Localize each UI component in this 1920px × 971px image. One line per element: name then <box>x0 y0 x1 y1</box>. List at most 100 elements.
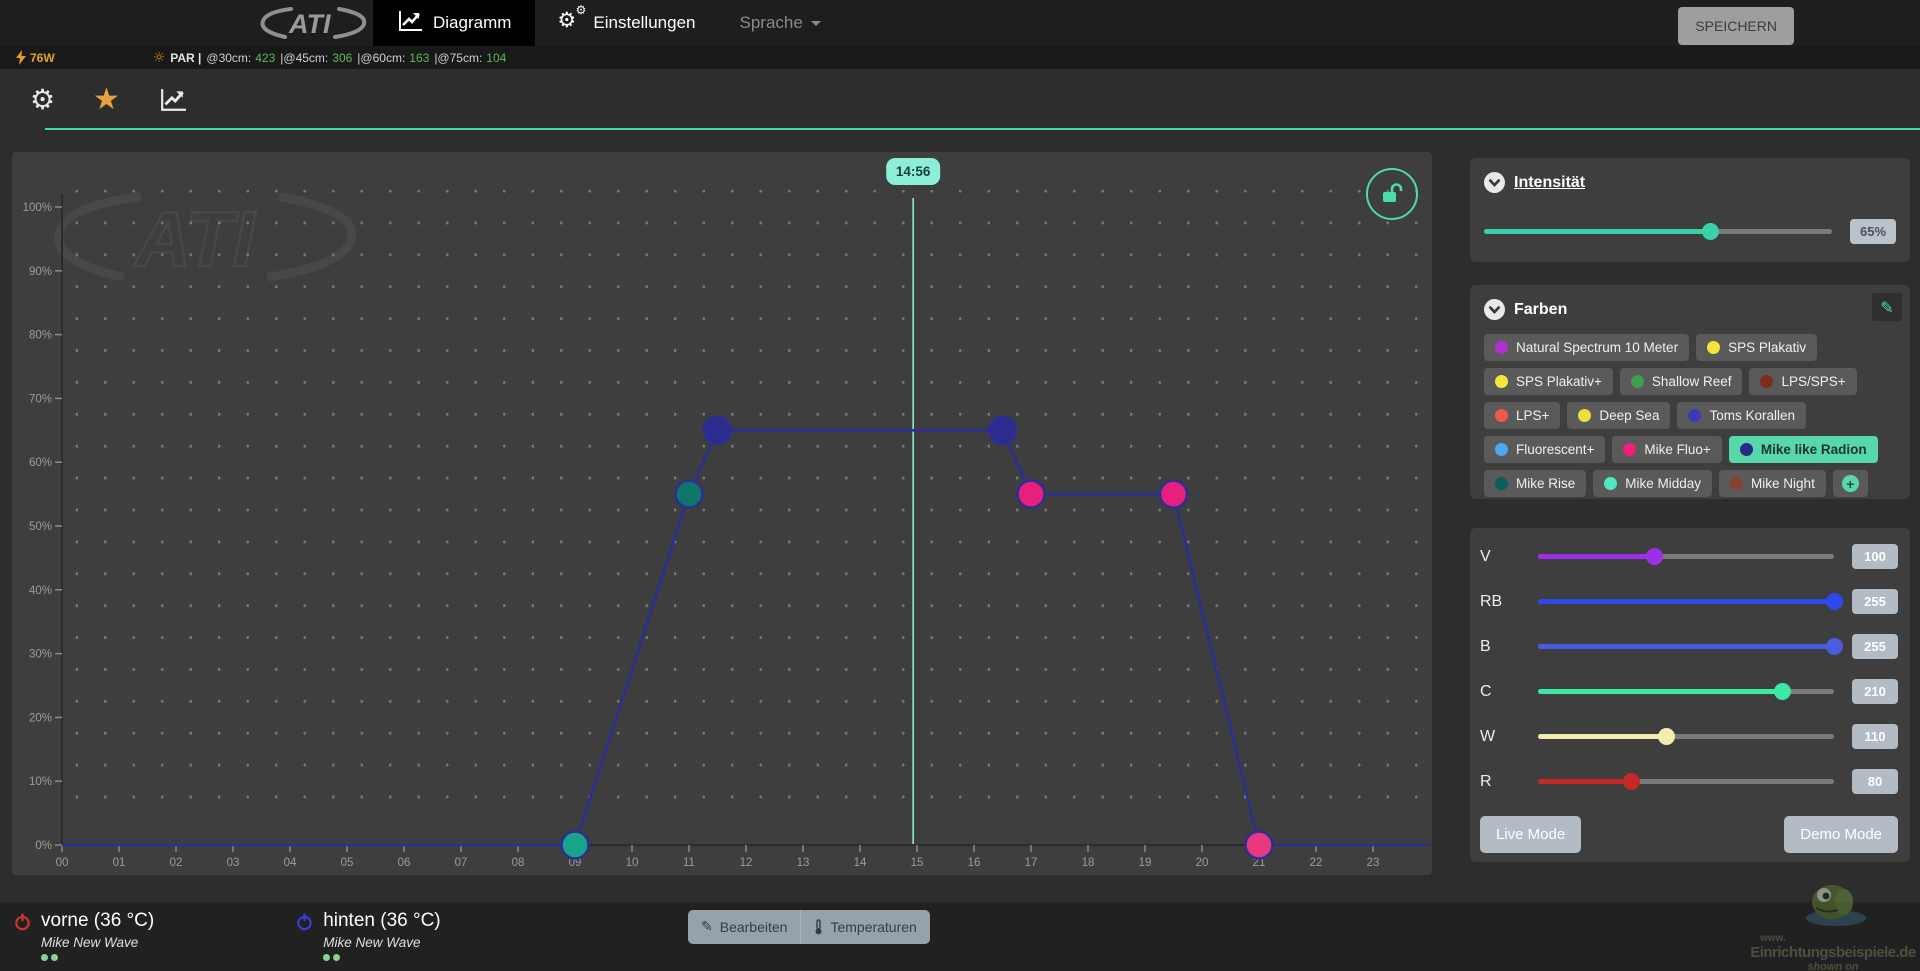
pencil-icon: ✎ <box>1880 298 1893 317</box>
preset-label: SPS Plakativ <box>1728 340 1806 355</box>
live-mode-button[interactable]: Live Mode <box>1480 816 1581 853</box>
lamp-footer: vorne (36 °C) Mike New Wave hinten (36 °… <box>0 902 1920 971</box>
color-preset-button[interactable]: Mike Fluo+ <box>1612 436 1721 463</box>
svg-text:90%: 90% <box>29 266 52 278</box>
channel-slider[interactable] <box>1538 599 1834 604</box>
lock-button[interactable] <box>1366 168 1418 220</box>
schedule-point[interactable] <box>704 417 731 444</box>
svg-text:13: 13 <box>797 857 810 869</box>
preset-label: Mike Midday <box>1625 476 1701 491</box>
color-preset-button[interactable]: LPS+ <box>1484 402 1560 429</box>
chevron-down-icon[interactable] <box>1484 299 1505 320</box>
preset-color-dot <box>1495 477 1508 490</box>
edit-colors-button[interactable]: ✎ <box>1872 293 1902 321</box>
channel-slider-row: RB 255 <box>1470 579 1910 624</box>
svg-text:16: 16 <box>968 857 981 869</box>
color-preset-button[interactable]: Fluorescent+ <box>1484 436 1605 463</box>
svg-text:12: 12 <box>740 857 753 869</box>
channel-value: 255 <box>1852 589 1898 614</box>
preset-color-dot <box>1730 477 1743 490</box>
ati-controller-app: ATI Diagramm ⚙⚙ Einstellungen Sprache SP… <box>0 0 1920 971</box>
color-preset-button[interactable]: Mike Night <box>1719 470 1826 497</box>
svg-text:60%: 60% <box>29 457 52 469</box>
diagram-chart[interactable]: ATI 0%10%20%30%40%50%60%70%80%90%100%000… <box>12 152 1432 875</box>
par-reading: @30cm:423 <box>206 51 275 65</box>
lamp-status[interactable]: vorne (36 °C) Mike New Wave <box>14 910 154 961</box>
color-preset-button[interactable]: Shallow Reef <box>1620 368 1743 395</box>
tab-label: Diagramm <box>433 13 511 33</box>
color-preset-button[interactable]: Mike Midday <box>1593 470 1712 497</box>
channel-slider[interactable] <box>1538 554 1834 559</box>
preset-label: LPS+ <box>1516 408 1549 423</box>
preset-color-dot <box>1495 409 1508 422</box>
channel-slider-row: R 80 <box>1470 759 1910 804</box>
line-chart-icon[interactable] <box>158 87 188 126</box>
star-icon[interactable]: ★ <box>93 83 120 117</box>
add-preset-button[interactable]: + <box>1833 470 1868 497</box>
svg-text:70%: 70% <box>29 393 52 405</box>
svg-text:18: 18 <box>1082 857 1095 869</box>
active-tab-underline <box>45 128 1920 130</box>
schedule-point[interactable] <box>1246 832 1273 859</box>
schedule-point[interactable] <box>1160 481 1187 508</box>
channel-label: B <box>1480 638 1538 656</box>
channel-slider-row: B 255 <box>1470 624 1910 669</box>
schedule-point[interactable] <box>562 832 589 859</box>
preset-label: Natural Spectrum 10 Meter <box>1516 340 1678 355</box>
save-button[interactable]: SPEICHERN <box>1678 7 1794 45</box>
channel-slider[interactable] <box>1538 644 1834 649</box>
power-icon <box>14 913 31 961</box>
lamp-status[interactable]: hinten (36 °C) Mike New Wave <box>296 910 440 961</box>
colors-title: Farben <box>1514 301 1567 319</box>
svg-text:15: 15 <box>911 857 924 869</box>
color-preset-button[interactable]: LPS/SPS+ <box>1749 368 1856 395</box>
tab-label: Einstellungen <box>593 13 695 33</box>
svg-text:17: 17 <box>1025 857 1038 869</box>
channels-panel: V 100 RB 255 B 255 C 210 W 110 R <box>1470 528 1910 862</box>
channel-value: 210 <box>1852 679 1898 704</box>
color-preset-button[interactable]: Mike Rise <box>1484 470 1586 497</box>
edit-button[interactable]: ✎ Bearbeiten <box>688 910 800 944</box>
gear-icon[interactable]: ⚙ <box>30 83 55 117</box>
color-preset-button[interactable]: Natural Spectrum 10 Meter <box>1484 334 1689 361</box>
thermometer-icon <box>814 919 823 935</box>
svg-text:01: 01 <box>113 857 126 869</box>
top-nav: ATI Diagramm ⚙⚙ Einstellungen Sprache SP… <box>0 0 1920 46</box>
svg-text:50%: 50% <box>29 521 52 533</box>
preset-color-dot <box>1604 477 1617 490</box>
schedule-point[interactable] <box>1018 481 1045 508</box>
tab-diagramm[interactable]: Diagramm <box>373 0 535 46</box>
channel-value: 100 <box>1852 544 1898 569</box>
preset-label: Mike Night <box>1751 476 1815 491</box>
temperatures-button[interactable]: Temperaturen <box>800 910 929 944</box>
intensity-slider[interactable] <box>1484 229 1832 234</box>
schedule-point[interactable] <box>676 481 703 508</box>
sub-toolbar: ⚙ ★ <box>0 69 1920 130</box>
color-preset-button[interactable]: Mike like Radion <box>1729 436 1878 463</box>
channel-slider[interactable] <box>1538 689 1834 694</box>
color-preset-button[interactable]: SPS Plakativ+ <box>1484 368 1613 395</box>
color-preset-button[interactable]: SPS Plakativ <box>1696 334 1817 361</box>
channel-slider[interactable] <box>1538 734 1834 739</box>
channel-label: W <box>1480 728 1538 746</box>
channel-slider-row: C 210 <box>1470 669 1910 714</box>
schedule-point[interactable] <box>989 417 1016 444</box>
tab-einstellungen[interactable]: ⚙⚙ Einstellungen <box>535 0 719 46</box>
preset-label: Deep Sea <box>1599 408 1659 423</box>
color-preset-button[interactable]: Deep Sea <box>1567 402 1670 429</box>
color-preset-button[interactable]: Toms Korallen <box>1677 402 1806 429</box>
channel-label: C <box>1480 683 1538 701</box>
channel-slider[interactable] <box>1538 779 1834 784</box>
line-chart-icon <box>397 9 423 38</box>
preset-color-dot <box>1631 375 1644 388</box>
plus-icon: + <box>1842 475 1859 492</box>
language-dropdown[interactable]: Sprache <box>719 0 840 46</box>
intensity-title: Intensität <box>1514 174 1585 192</box>
preset-label: Mike Fluo+ <box>1644 442 1710 457</box>
preset-color-dot <box>1578 409 1591 422</box>
chevron-down-icon[interactable] <box>1484 172 1505 193</box>
demo-mode-button[interactable]: Demo Mode <box>1784 816 1898 853</box>
footer-button-group: ✎ Bearbeiten Temperaturen <box>688 910 930 944</box>
channel-label: RB <box>1480 593 1538 611</box>
intensity-panel: Intensität 65% <box>1470 158 1910 262</box>
